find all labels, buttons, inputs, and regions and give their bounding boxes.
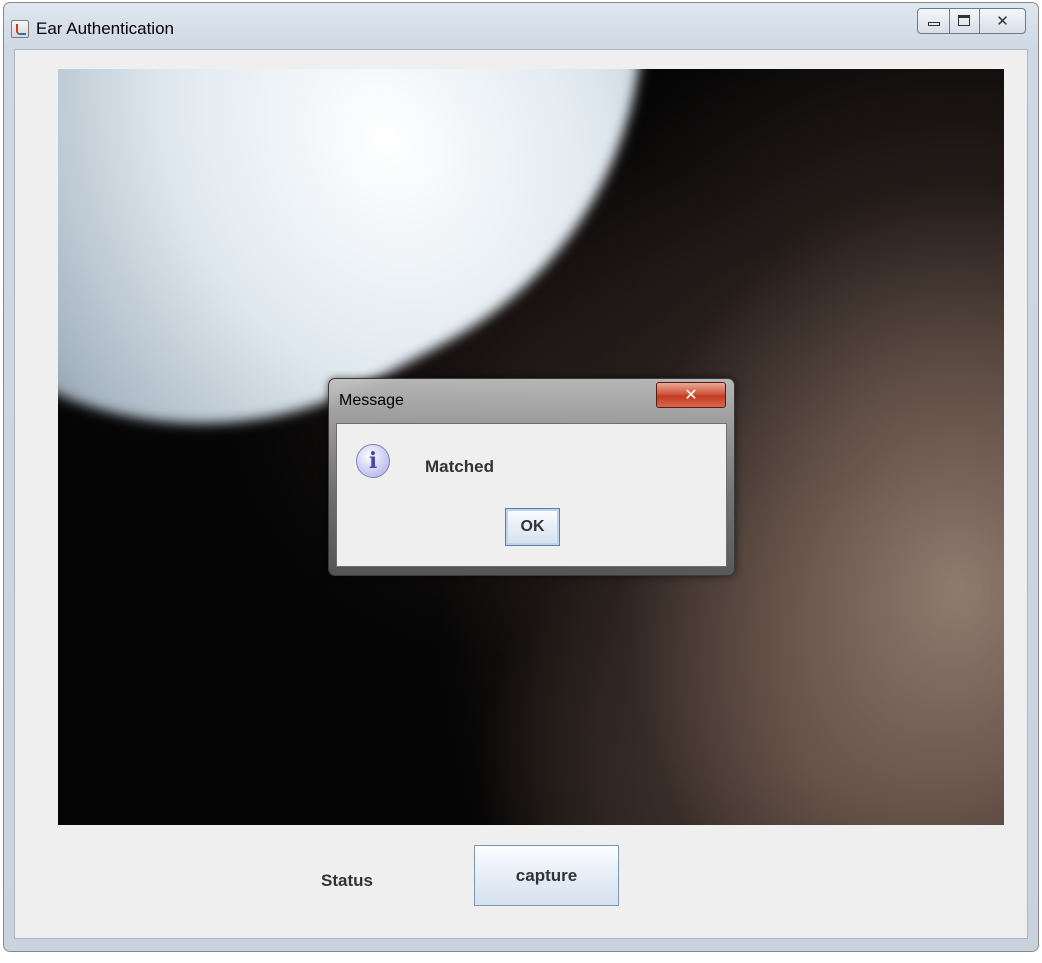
minimize-icon[interactable] bbox=[917, 8, 950, 34]
ok-button[interactable]: OK bbox=[505, 508, 560, 546]
dialog-title: Message bbox=[339, 392, 404, 409]
bottom-bar: Status capture bbox=[15, 825, 1027, 938]
java-app-icon[interactable] bbox=[11, 20, 29, 38]
close-icon[interactable] bbox=[980, 8, 1026, 34]
capture-button[interactable]: capture bbox=[474, 845, 619, 906]
status-label: Status bbox=[321, 871, 373, 890]
window-controls bbox=[917, 8, 1026, 34]
message-dialog: Message i Matched OK bbox=[328, 378, 735, 576]
message-text: Matched bbox=[425, 457, 494, 476]
dialog-body: i Matched OK bbox=[336, 423, 727, 567]
window-title: Ear Authentication bbox=[36, 19, 174, 38]
info-icon: i bbox=[356, 444, 390, 478]
dialog-close-icon[interactable] bbox=[656, 382, 726, 408]
maximize-icon[interactable] bbox=[950, 8, 980, 34]
title-bar[interactable]: Ear Authentication bbox=[4, 3, 1038, 49]
